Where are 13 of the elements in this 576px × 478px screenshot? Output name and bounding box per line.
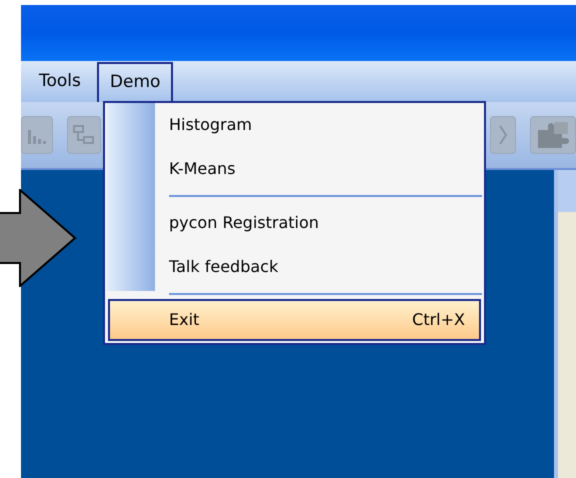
menu-item[interactable]: Exit Ctrl+X bbox=[108, 299, 481, 341]
boxes-icon[interactable] bbox=[67, 116, 101, 154]
menu-bar-item[interactable]: Tools bbox=[23, 62, 97, 102]
menu-item[interactable]: K-Means bbox=[105, 147, 484, 191]
shortcut-label: Ctrl+X bbox=[412, 309, 465, 331]
menu-item[interactable]: pycon Registration bbox=[105, 201, 484, 245]
puzzle-icon[interactable] bbox=[530, 116, 576, 154]
menu-item[interactable]: Talk feedback bbox=[105, 245, 484, 289]
bar-chart-icon[interactable] bbox=[21, 116, 53, 154]
menu-bar-item[interactable]: Demo bbox=[96, 62, 174, 102]
arrow-icon bbox=[0, 189, 77, 287]
tool-icon[interactable] bbox=[490, 116, 516, 154]
menu-item[interactable]: Histogram bbox=[105, 103, 484, 147]
